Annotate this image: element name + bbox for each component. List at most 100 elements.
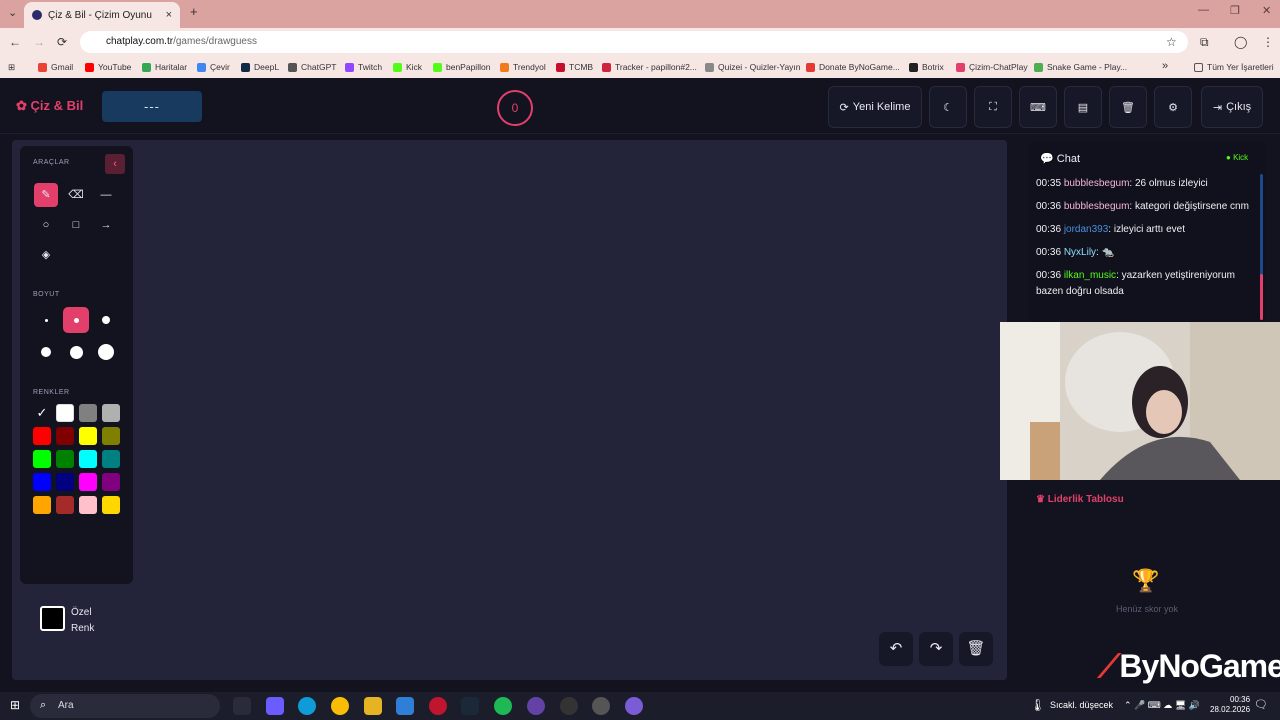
opera-icon[interactable] [429,697,447,715]
pencil-tool[interactable]: ✎ [34,183,58,207]
settings-app-icon[interactable] [592,697,610,715]
color-swatch[interactable] [79,496,97,514]
collapse-panel-button[interactable]: ‹ [105,154,125,174]
size-4[interactable] [33,339,59,365]
bookmark-cizim-chatplay[interactable]: Çizim-ChatPlay [956,62,1028,72]
new-tab-button[interactable]: + [190,4,198,19]
bookmark-translate[interactable]: Çevir [197,62,230,72]
chrome-icon[interactable] [331,697,349,715]
taskbar-search[interactable]: Ara [30,694,220,718]
redo-button[interactable]: ↷ [919,632,953,666]
new-word-button[interactable]: ⟳ Yeni Kelime [828,86,922,128]
color-swatch[interactable] [102,473,120,491]
browser-tab[interactable]: Çiz & Bil - Çizim Oyunu × [24,2,180,28]
windows-start-icon[interactable]: ⊞ [10,698,20,712]
bookmark-botrix[interactable]: Botrix [909,62,944,72]
keyboard-button[interactable]: ⌨ [1019,86,1057,128]
spotify-icon[interactable] [494,697,512,715]
undo-button[interactable]: ↶ [879,632,913,666]
edge-icon[interactable] [298,697,316,715]
color-swatch[interactable] [33,473,51,491]
color-swatch[interactable] [56,404,74,422]
color-swatch[interactable] [79,427,97,445]
chat-scrollbar-thumb[interactable] [1260,274,1263,320]
bookmark-tcmb[interactable]: TCMB [556,62,593,72]
color-swatch[interactable] [102,427,120,445]
restore-icon[interactable]: ❐ [1230,4,1240,17]
url-field[interactable]: chatplay.com.tr/games/drawguess [80,31,1188,53]
color-swatch[interactable] [56,450,74,468]
bookmark-tracker[interactable]: Tracker - papillon#2... [602,62,697,72]
store-icon[interactable] [396,697,414,715]
bookmark-youtube[interactable]: YouTube [85,62,131,72]
minimize-icon[interactable]: — [1198,4,1209,16]
fill-tool[interactable]: ◈ [34,243,58,267]
bookmark-kick[interactable]: Kick [393,62,422,72]
forward-icon[interactable]: → [33,35,45,49]
app-icon[interactable] [527,697,545,715]
color-swatch[interactable]: ✓ [33,404,51,422]
trash-button[interactable]: 🗑 [1109,86,1147,128]
tab-list-icon[interactable]: ⌄ [8,6,17,19]
apps-icon[interactable]: ⊞ [8,62,15,73]
color-swatch[interactable] [56,427,74,445]
eraser-tool[interactable]: ⌫ [64,183,88,207]
size-1[interactable] [33,307,59,333]
exit-button[interactable]: ⇥ Çıkış [1201,86,1263,128]
color-swatch[interactable] [102,496,120,514]
color-swatch[interactable] [33,427,51,445]
color-swatch[interactable] [79,404,97,422]
tray-icons[interactable]: ⌃ 🎤 ⌨ ☁ 🖥 🔊 [1124,700,1200,711]
color-swatch[interactable] [56,473,74,491]
color-swatch[interactable] [102,404,120,422]
task-view-icon[interactable] [233,697,251,715]
bookmark-star-icon[interactable]: ☆ [1166,35,1177,49]
bookmark-twitch[interactable]: Twitch [345,62,382,72]
size-2[interactable] [63,307,89,333]
drawing-canvas[interactable] [12,140,1007,680]
custom-color-button[interactable]: Özel Renk [33,598,119,642]
color-swatch[interactable] [33,496,51,514]
steam-icon[interactable] [461,697,479,715]
rectangle-tool[interactable]: □ [64,213,88,237]
clear-canvas-button[interactable]: 🗑 [959,632,993,666]
arrow-tool[interactable]: → [94,213,118,237]
file-explorer-icon[interactable] [364,697,382,715]
archive-button[interactable]: ▤ [1064,86,1102,128]
settings-button[interactable]: ⚙ [1154,86,1192,128]
size-6[interactable] [93,339,119,365]
bookmarks-overflow-icon[interactable]: » [1162,60,1168,72]
weather-text[interactable]: Sıcakl. düşecek [1050,700,1113,710]
size-5[interactable] [63,339,89,365]
line-tool[interactable]: — [94,183,118,207]
fullscreen-button[interactable]: ⛶ [974,86,1012,128]
bookmark-donate-bynogame[interactable]: Donate ByNoGame... [806,62,900,72]
back-icon[interactable]: ← [9,35,21,49]
close-window-icon[interactable]: ✕ [1262,4,1271,17]
bookmark-quizei[interactable]: Quizei - Quizler-Yayın [705,62,801,72]
browser-menu-icon[interactable]: ⋮ [1262,35,1274,49]
bookmark-deepl[interactable]: DeepL [241,62,279,72]
reload-icon[interactable]: ⟳ [57,35,67,49]
extensions-icon[interactable]: ⧉ [1200,35,1209,50]
weather-icon[interactable]: 🌡 [1030,698,1045,712]
profile-icon[interactable]: ◯ [1234,35,1247,49]
discord-icon[interactable] [625,697,643,715]
all-bookmarks-folder[interactable]: Tüm Yer İşaretleri [1194,62,1274,72]
dark-mode-button[interactable]: ☾ [929,86,967,128]
clock[interactable]: 00:36 28.02.2026 [1210,695,1250,715]
color-swatch[interactable] [56,496,74,514]
bookmark-trendyol[interactable]: Trendyol [500,62,546,72]
copilot-icon[interactable] [266,697,284,715]
bookmark-benpapillon[interactable]: benPapillon [433,62,490,72]
color-swatch[interactable] [79,450,97,468]
bookmark-gmail[interactable]: Gmail [38,62,73,72]
bookmark-chatgpt[interactable]: ChatGPT [288,62,336,72]
bookmark-snake-game[interactable]: Snake Game - Play... [1034,62,1127,72]
obs-icon[interactable] [560,697,578,715]
color-swatch[interactable] [33,450,51,468]
bookmark-maps[interactable]: Haritalar [142,62,187,72]
size-3[interactable] [93,307,119,333]
circle-tool[interactable]: ○ [34,213,58,237]
notifications-icon[interactable]: 🗨 [1254,698,1268,711]
